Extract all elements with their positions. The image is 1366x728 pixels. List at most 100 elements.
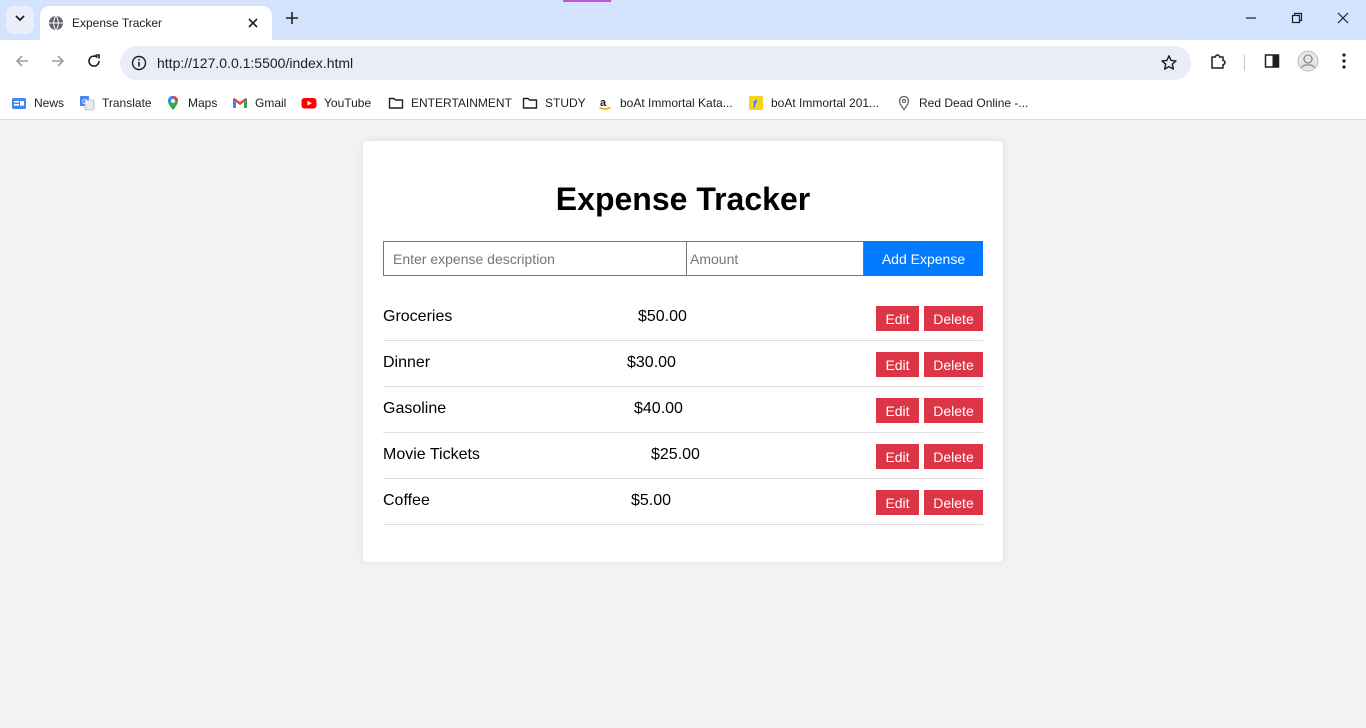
google-maps-icon xyxy=(165,95,181,111)
expense-amount: $30.00 xyxy=(627,354,676,371)
new-tab-button[interactable] xyxy=(280,8,304,32)
window-close-button[interactable] xyxy=(1320,0,1366,40)
google-translate-icon: G xyxy=(79,95,95,111)
forward-button[interactable] xyxy=(44,49,72,77)
more-vert-icon xyxy=(1342,52,1346,74)
bookmark-label: ENTERTAINMENT xyxy=(411,96,512,110)
gmail-icon xyxy=(232,95,248,111)
bookmark-label: YouTube xyxy=(324,96,372,110)
expense-description: Dinner xyxy=(383,354,431,371)
expense-description: Movie Tickets xyxy=(383,446,480,463)
bookmark-translate[interactable]: G Translate xyxy=(79,92,152,114)
svg-text:a: a xyxy=(600,97,607,109)
edit-button[interactable]: Edit xyxy=(876,306,919,331)
delete-button[interactable]: Delete xyxy=(924,444,983,469)
bookmark-label: News xyxy=(34,96,65,110)
arrow-right-icon xyxy=(50,53,66,74)
expense-row: Gasoline $40.00 Edit Delete xyxy=(383,387,983,433)
extensions-button[interactable] xyxy=(1206,51,1230,75)
edit-button[interactable]: Edit xyxy=(876,398,919,423)
bookmark-label: Translate xyxy=(102,96,152,110)
flipkart-icon: f xyxy=(748,95,764,111)
bookmark-folder-entertainment[interactable]: ENTERTAINMENT xyxy=(388,92,512,114)
expense-row: Movie Tickets $25.00 Edit Delete xyxy=(383,433,983,479)
bookmark-boat-amazon[interactable]: a boAt Immortal Kata... xyxy=(597,92,733,114)
bookmark-label: Maps xyxy=(188,96,218,110)
address-bar[interactable]: http://127.0.0.1:5500/index.html xyxy=(120,46,1191,80)
bookmark-label: boAt Immortal Kata... xyxy=(620,96,733,110)
expense-tracker-card: Expense Tracker Add Expense Groceries $5… xyxy=(363,141,1003,562)
youtube-icon xyxy=(301,95,317,111)
plus-icon xyxy=(285,11,299,30)
add-expense-button[interactable]: Add Expense xyxy=(864,241,983,276)
bookmark-gmail[interactable]: Gmail xyxy=(232,92,286,114)
delete-button[interactable]: Delete xyxy=(924,352,983,377)
expense-row: Coffee $5.00 Edit Delete xyxy=(383,479,983,525)
bookmark-label: boAt Immortal 201... xyxy=(771,96,880,110)
bookmark-label: Red Dead Online -... xyxy=(919,96,1029,110)
toolbar-divider xyxy=(1244,55,1245,71)
star-icon[interactable] xyxy=(1159,53,1179,73)
expense-amount: $50.00 xyxy=(638,308,687,325)
tab-title: Expense Tracker xyxy=(72,16,163,30)
close-icon xyxy=(1337,11,1349,29)
bookmark-maps[interactable]: Maps xyxy=(165,92,217,114)
expense-amount: $25.00 xyxy=(651,446,700,463)
expense-description: Groceries xyxy=(383,308,453,325)
browser-menu-button[interactable] xyxy=(1332,51,1356,75)
expense-row: Groceries $50.00 Edit Delete xyxy=(383,295,983,341)
browser-tab-bar: Expense Tracker xyxy=(0,0,1366,40)
puzzle-icon xyxy=(1209,52,1227,75)
bookmark-news[interactable]: News xyxy=(11,92,64,114)
bookmark-label: STUDY xyxy=(545,96,586,110)
bookmarks-bar: News G Translate Maps Gmail YouTube ENTE… xyxy=(0,86,1366,120)
expense-description: Gasoline xyxy=(383,400,447,417)
avatar xyxy=(1297,50,1319,77)
close-icon[interactable] xyxy=(244,14,262,32)
amazon-icon: a xyxy=(597,95,613,111)
expense-list: Groceries $50.00 Edit Delete Dinner $30.… xyxy=(383,295,983,525)
bookmark-label: Gmail xyxy=(255,96,287,110)
page-title: Expense Tracker xyxy=(555,181,811,217)
arrow-left-icon xyxy=(14,53,30,74)
bookmark-youtube[interactable]: YouTube xyxy=(301,92,371,114)
expense-amount: $40.00 xyxy=(634,400,683,417)
edit-button[interactable]: Edit xyxy=(876,444,919,469)
browser-toolbar: http://127.0.0.1:5500/index.html xyxy=(0,40,1366,86)
back-button[interactable] xyxy=(8,49,36,77)
edit-button[interactable]: Edit xyxy=(876,490,919,515)
tab-search-button[interactable] xyxy=(6,6,34,34)
reload-icon xyxy=(86,53,102,74)
bookmark-boat-flipkart[interactable]: f boAt Immortal 201... xyxy=(748,92,879,114)
side-panel-icon xyxy=(1264,53,1280,74)
minimize-button[interactable] xyxy=(1228,0,1274,40)
profile-button[interactable] xyxy=(1296,50,1320,77)
globe-icon xyxy=(48,15,64,31)
side-panel-button[interactable] xyxy=(1260,51,1284,75)
expense-amount: $5.00 xyxy=(631,492,672,509)
delete-button[interactable]: Delete xyxy=(924,490,983,515)
restore-button[interactable] xyxy=(1274,0,1320,40)
url-text[interactable]: http://127.0.0.1:5500/index.html xyxy=(157,55,353,71)
expense-description-input[interactable] xyxy=(383,241,687,276)
minimize-icon xyxy=(1245,11,1257,29)
map-pin-icon xyxy=(896,95,912,111)
info-icon[interactable] xyxy=(122,46,156,80)
tab-group-accent xyxy=(563,0,611,2)
expense-description: Coffee xyxy=(383,492,430,509)
folder-icon xyxy=(522,95,538,111)
reload-button[interactable] xyxy=(80,49,108,77)
google-news-icon xyxy=(11,95,27,111)
folder-icon xyxy=(388,95,404,111)
delete-button[interactable]: Delete xyxy=(924,398,983,423)
expense-row: Dinner $30.00 Edit Delete xyxy=(383,341,983,387)
restore-icon xyxy=(1291,11,1303,29)
expense-amount-input[interactable] xyxy=(686,241,864,276)
bookmark-red-dead-online[interactable]: Red Dead Online -... xyxy=(896,92,1028,114)
delete-button[interactable]: Delete xyxy=(924,306,983,331)
bookmark-folder-study[interactable]: STUDY xyxy=(522,92,586,114)
chevron-down-icon xyxy=(14,11,26,29)
svg-text:G: G xyxy=(82,99,87,106)
edit-button[interactable]: Edit xyxy=(876,352,919,377)
browser-tab-active[interactable]: Expense Tracker xyxy=(40,6,272,40)
